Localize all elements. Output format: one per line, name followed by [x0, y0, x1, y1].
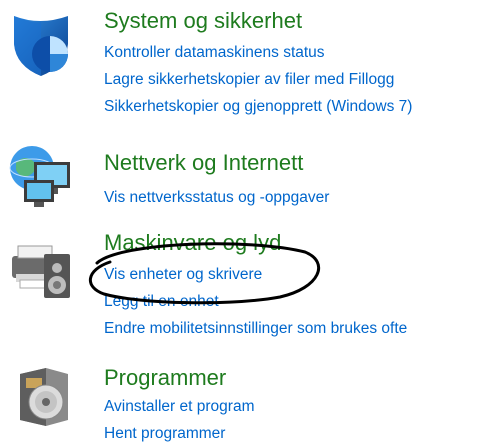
- link-file-history-backup[interactable]: Lagre sikkerhetskopier av filer med Fill…: [104, 69, 394, 91]
- link-mobility-settings[interactable]: Endre mobilitetsinnstillinger som brukes…: [104, 318, 407, 340]
- link-get-programs[interactable]: Hent programmer: [104, 423, 225, 445]
- link-add-device[interactable]: Legg til en enhet: [104, 291, 219, 313]
- category-title-programs[interactable]: Programmer: [104, 365, 226, 391]
- category-title-hardware-sound[interactable]: Maskinvare og lyd: [104, 230, 281, 256]
- category-title-network-internet[interactable]: Nettverk og Internett: [104, 150, 303, 176]
- link-check-computer-status[interactable]: Kontroller datamaskinens status: [104, 42, 325, 64]
- link-backup-restore-windows7[interactable]: Sikkerhetskopier og gjenopprett (Windows…: [104, 96, 412, 118]
- network-globe-icon[interactable]: [6, 140, 76, 210]
- category-title-system-security[interactable]: System og sikkerhet: [104, 8, 302, 34]
- link-network-status-tasks[interactable]: Vis nettverksstatus og -oppgaver: [104, 187, 329, 209]
- shield-icon[interactable]: [6, 10, 76, 80]
- programs-disc-icon[interactable]: [6, 360, 76, 430]
- printer-speaker-icon[interactable]: [6, 234, 76, 304]
- link-devices-printers[interactable]: Vis enheter og skrivere: [104, 264, 262, 286]
- link-uninstall-program[interactable]: Avinstaller et program: [104, 396, 254, 418]
